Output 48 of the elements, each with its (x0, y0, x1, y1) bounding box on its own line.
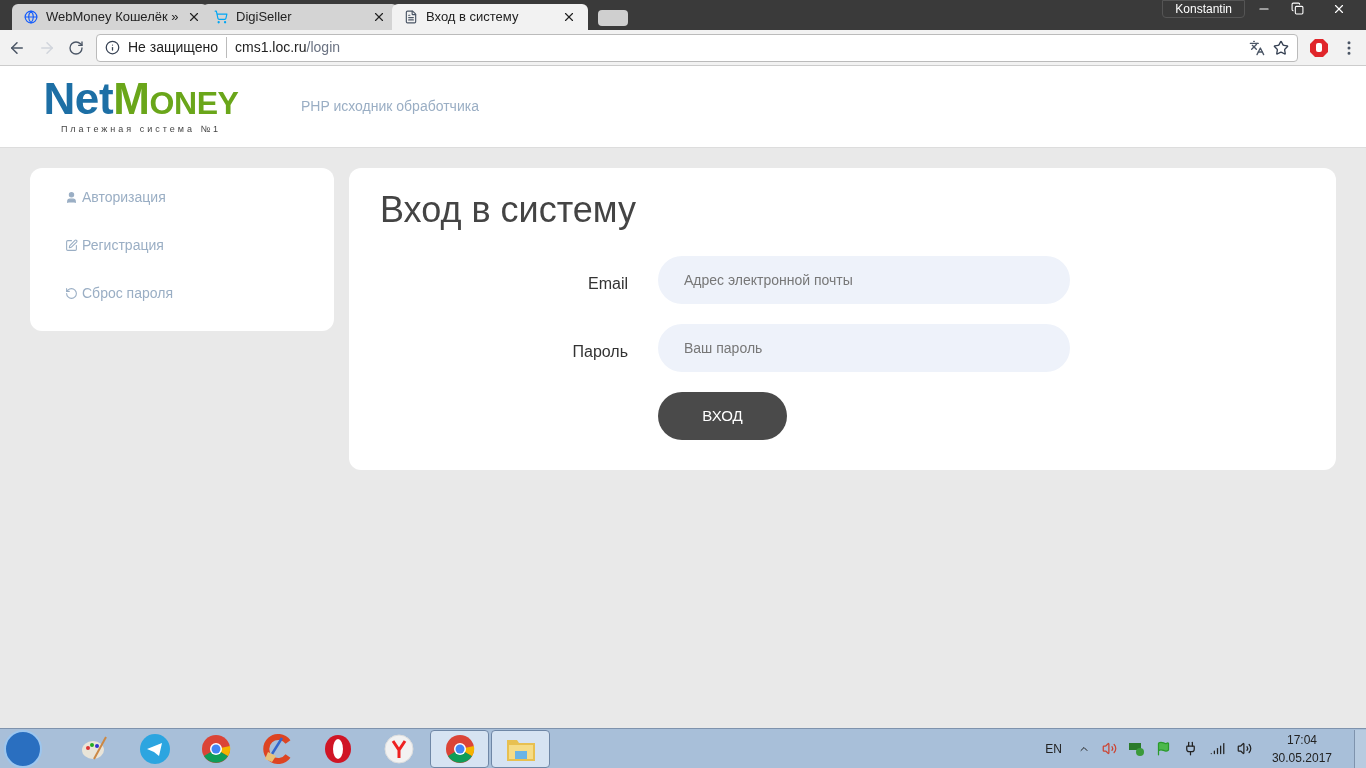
taskbar-app[interactable] (430, 729, 489, 768)
signal-icon[interactable] (1209, 741, 1225, 756)
cart-icon (214, 10, 228, 24)
undo-icon (65, 286, 78, 300)
language-indicator[interactable]: EN (1045, 739, 1062, 758)
tab-title: DigiSeller (236, 8, 293, 27)
taskbar-app[interactable] (491, 729, 550, 768)
chrome-icon (200, 733, 231, 764)
yandex-icon (383, 733, 414, 764)
close-icon[interactable] (372, 10, 386, 24)
login-button[interactable]: ВХОД (658, 392, 787, 440)
broom-icon (261, 733, 292, 764)
translate-icon[interactable] (1249, 39, 1265, 56)
globe-icon (24, 10, 38, 24)
info-icon (105, 40, 120, 55)
tab-title: WebMoney Кошелёк » (46, 8, 179, 27)
url-text: cms1.loc.ru/login (235, 38, 341, 57)
address-bar[interactable]: Не защищено cms1.loc.ru/login (96, 33, 1298, 62)
restore-icon[interactable] (1291, 2, 1304, 15)
field-label: Пароль (571, 342, 629, 362)
edit-icon (65, 238, 78, 252)
clock-date: 30.05.2017 (1271, 749, 1332, 767)
clock-time: 17:04 (1286, 731, 1317, 749)
close-icon[interactable] (1332, 2, 1346, 16)
start-button[interactable] (4, 729, 42, 768)
speaker-icon[interactable] (1101, 741, 1117, 756)
security-label: Не защищено (128, 37, 227, 58)
logo-tagline: Платежная система №1 (60, 122, 222, 136)
user-icon (65, 190, 78, 204)
logo-text[interactable]: NetMONEY (43, 76, 239, 121)
tab-title: Вход в систему (426, 8, 520, 27)
close-icon[interactable] (562, 10, 576, 24)
star-icon[interactable] (1273, 39, 1289, 56)
chrome-icon (444, 733, 475, 764)
network-card-icon[interactable] (1128, 741, 1144, 756)
opera-icon (322, 733, 353, 764)
reload-icon[interactable] (68, 39, 84, 56)
stop-hand-icon[interactable] (1310, 38, 1328, 57)
field-label: Email (587, 274, 629, 294)
input-field[interactable]: Адрес электронной почты (658, 256, 1070, 304)
browser-tab[interactable]: Вход в систему (392, 4, 588, 30)
page-icon (404, 10, 418, 24)
input-field[interactable]: Ваш пароль (658, 324, 1070, 372)
volume-icon[interactable] (1236, 741, 1252, 756)
page-title: Вход в систему (380, 188, 637, 232)
profile-button[interactable]: Konstantin (1162, 0, 1245, 18)
paper-plane-icon (139, 733, 170, 764)
new-tab-button[interactable] (598, 10, 628, 26)
